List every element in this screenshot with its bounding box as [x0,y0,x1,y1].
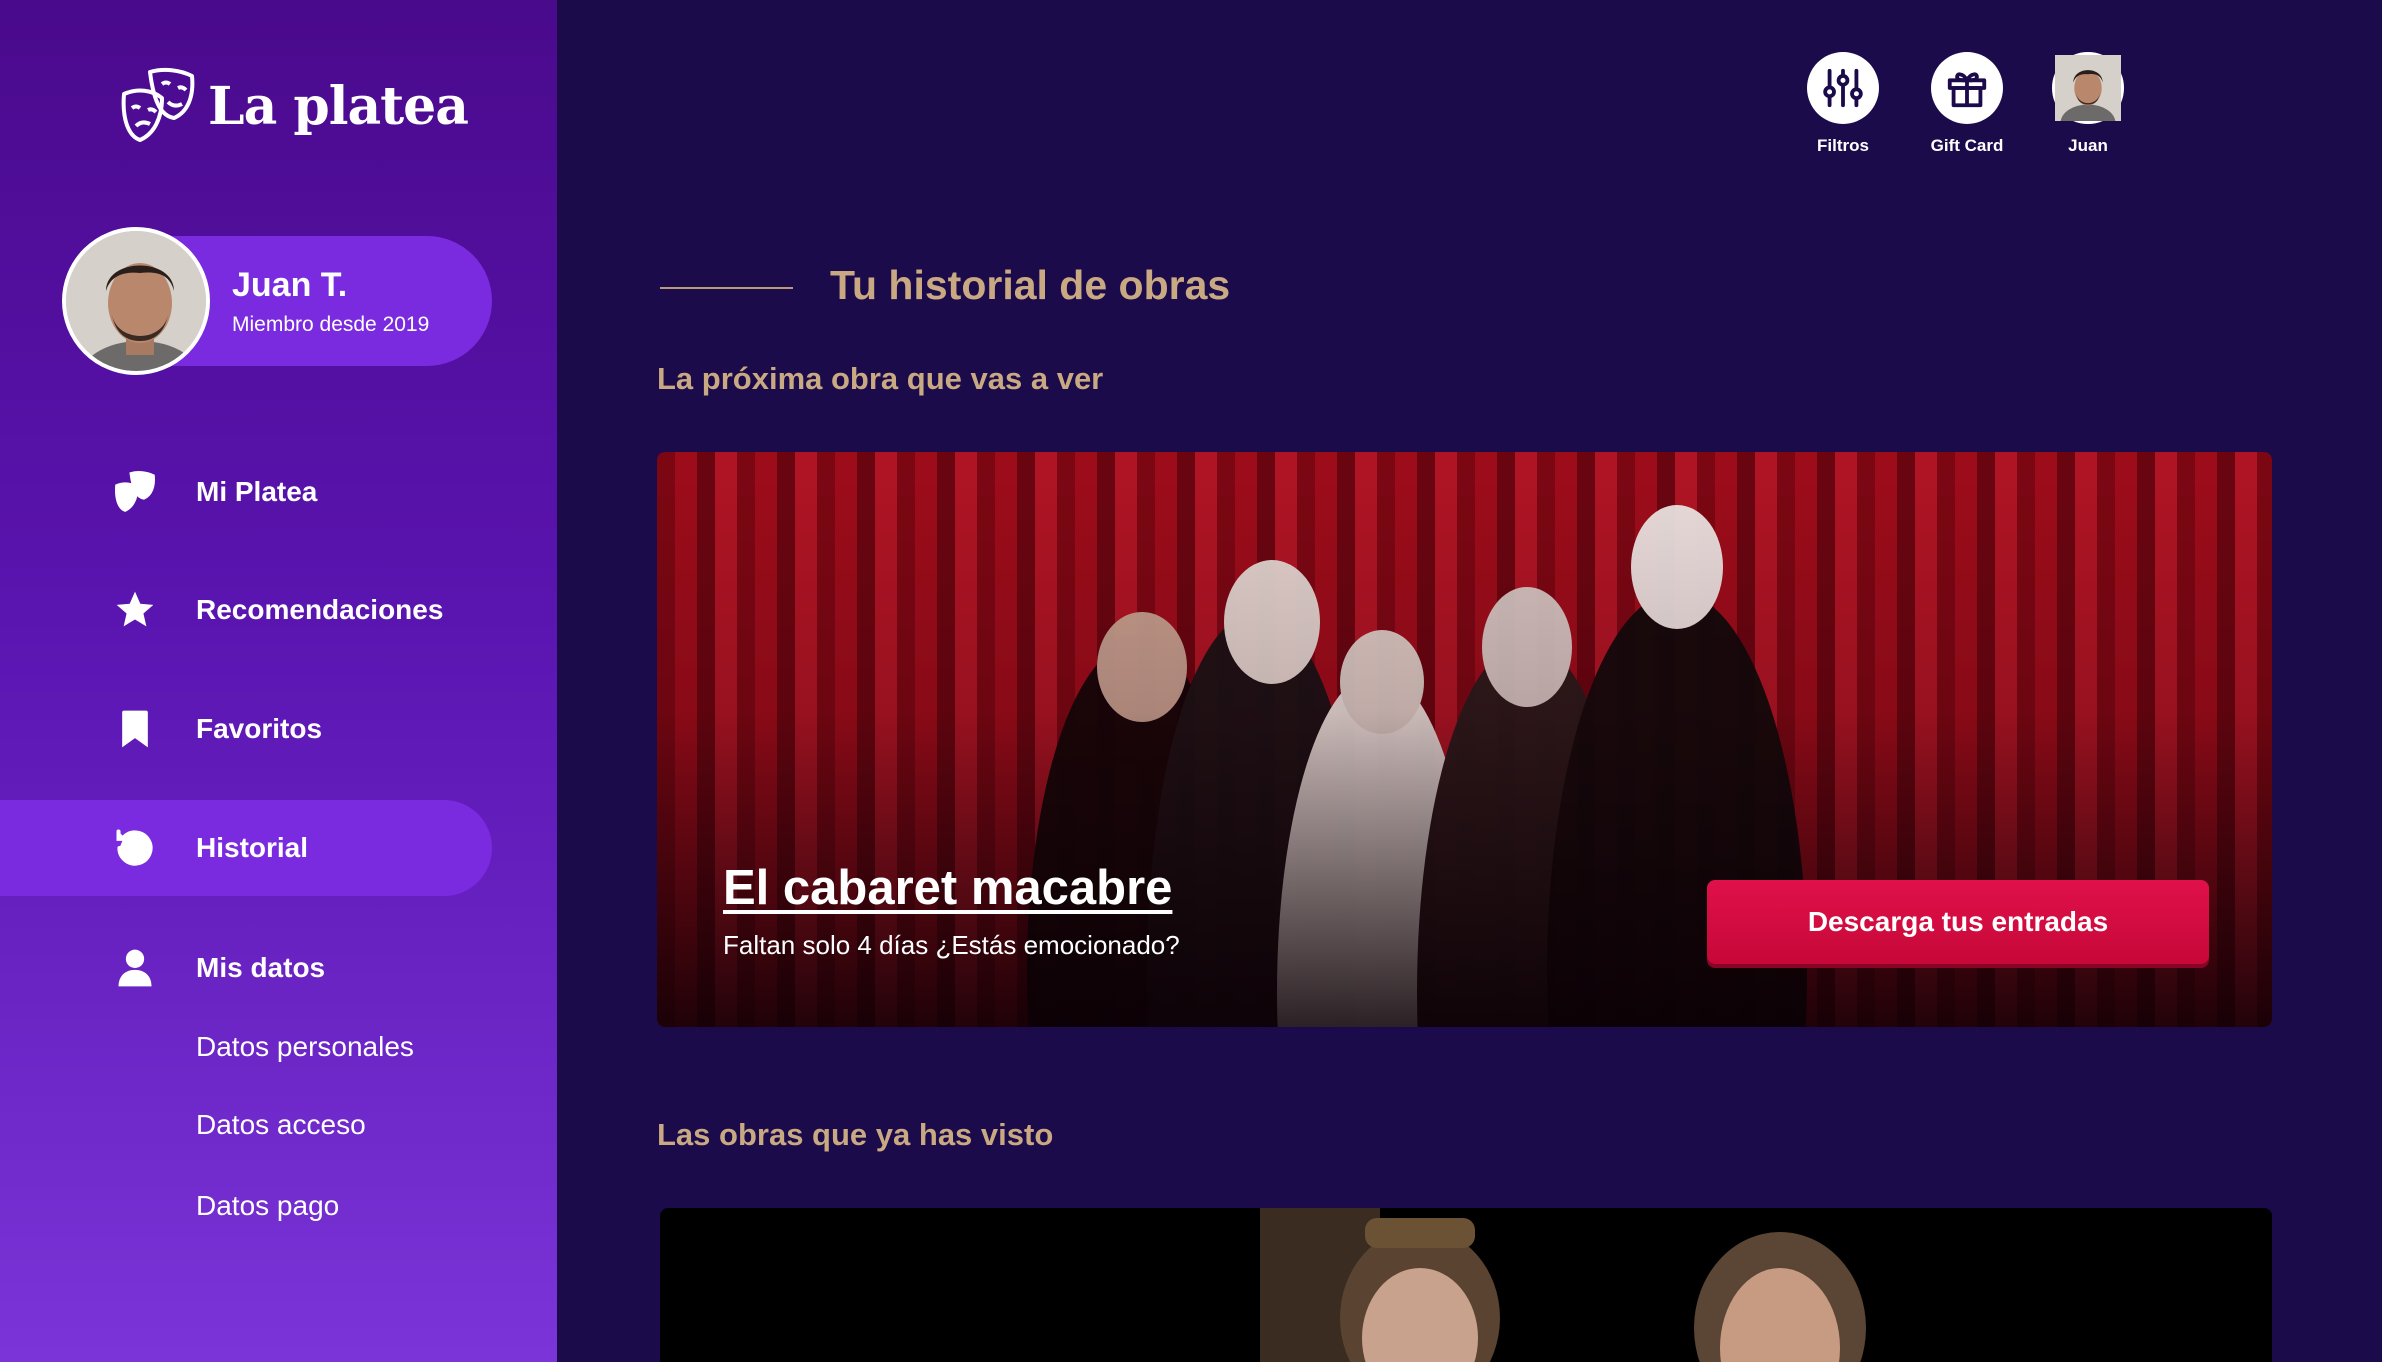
sidebar-item-label: Mis datos [196,952,326,983]
next-play-section-title: La próxima obra que vas a ver [657,361,1104,396]
user-icon [108,941,162,995]
sidebar-item-mi-platea[interactable]: Mi Platea [0,444,492,540]
sidebar-item-historial[interactable]: Historial [0,800,492,896]
sidebar: La platea Juan T. Miembro desde 2019 Mi … [0,0,557,1362]
filters-icon-wrap [1807,52,1879,124]
seen-play-card[interactable] [660,1208,2272,1362]
title-divider [660,287,793,289]
gift-icon [1947,72,1987,108]
history-icon [108,821,162,875]
theater-masks-icon [121,67,195,142]
sidebar-subitem-datos-pago[interactable]: Datos pago [196,1190,339,1222]
bookmark-icon [108,702,162,756]
sidebar-item-recomendaciones[interactable]: Recomendaciones [0,562,492,658]
sidebar-item-mis-datos[interactable]: Mis datos [0,920,492,1016]
avatar-photo [2055,55,2121,142]
next-play-card[interactable]: El cabaret macabre Faltan solo 4 días ¿E… [657,452,2272,1027]
play-countdown: Faltan solo 4 días ¿Estás emocionado? [723,930,1180,960]
sidebar-subitem-datos-acceso[interactable]: Datos acceso [196,1109,366,1141]
brand-name: La platea [208,75,469,137]
star-icon [108,583,162,637]
play-title-link[interactable]: El cabaret macabre [723,860,1172,916]
gift-card-button[interactable]: Gift Card [1930,52,2004,156]
download-tickets-button[interactable]: Descarga tus entradas [1707,880,2209,964]
sidebar-item-favoritos[interactable]: Favoritos [0,681,492,777]
avatar [2052,52,2124,142]
theater-masks-icon [108,465,162,519]
user-label: Juan [2068,136,2108,155]
page-title: Tu historial de obras [830,262,1231,308]
profile-name: Juan T. [232,266,348,304]
sidebar-item-label: Recomendaciones [196,594,444,625]
gift-card-label: Gift Card [1930,136,2004,155]
user-menu-button[interactable]: Juan [2051,52,2125,156]
sidebar-item-label: Mi Platea [196,476,318,507]
avatar[interactable] [62,227,210,375]
gift-icon-wrap [1931,52,2003,124]
filters-button[interactable]: Filtros [1806,52,1880,156]
filters-label: Filtros [1817,136,1869,155]
brand-logo[interactable]: La platea [120,66,469,146]
sliders-icon [1823,68,1863,108]
sidebar-subitem-datos-personales[interactable]: Datos personales [196,1031,414,1063]
seen-plays-section-title: Las obras que ya has visto [657,1117,1054,1152]
sidebar-item-label: Favoritos [196,713,323,744]
seen-play-photo [1260,1208,1866,1362]
profile-member-since: Miembro desde 2019 [232,313,430,336]
sidebar-item-label: Historial [196,832,309,863]
